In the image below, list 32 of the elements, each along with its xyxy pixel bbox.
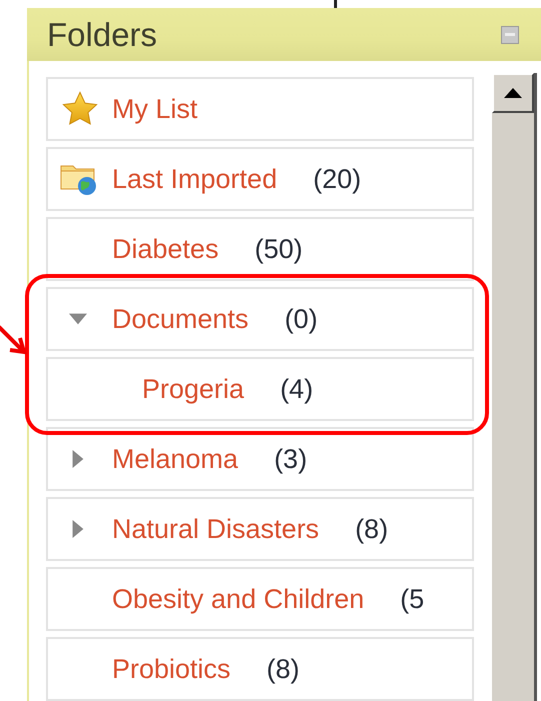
folder-name: Diabetes — [112, 234, 219, 264]
folder-name: Probiotics — [112, 654, 231, 684]
item-count: (8) — [266, 654, 300, 684]
folder-item[interactable]: Obesity and Children (5 — [46, 567, 474, 631]
folder-item[interactable]: Probiotics (8) — [46, 637, 474, 701]
folder-name: Melanoma — [112, 444, 238, 474]
folder-item[interactable]: Last Imported (20) — [46, 147, 474, 211]
scrollbar[interactable] — [490, 73, 537, 701]
item-count: (4) — [280, 374, 314, 404]
item-count: (50) — [254, 234, 303, 264]
folder-item[interactable]: Progeria (4) — [46, 357, 474, 421]
item-count: (5 — [400, 584, 424, 614]
folder-item[interactable]: Documents (0) — [46, 287, 474, 351]
folder-name: Last Imported — [112, 164, 278, 194]
panel-title: Folders — [47, 16, 158, 54]
star-icon — [61, 90, 99, 128]
item-count: (0) — [284, 304, 318, 334]
item-count: (20) — [313, 164, 362, 194]
folder-item[interactable]: Natural Disasters (8) — [46, 497, 474, 561]
folder-item[interactable]: My List — [46, 77, 474, 141]
folder-item[interactable]: Melanoma (3) — [46, 427, 474, 491]
folder-name: Documents — [112, 304, 249, 334]
up-arrow-icon — [504, 88, 522, 98]
folder-name: My List — [112, 94, 198, 124]
item-count: (8) — [355, 514, 388, 544]
folder-name: Obesity and Children — [112, 584, 364, 614]
folder-name: Natural Disasters — [112, 514, 320, 544]
folder-name: Progeria — [142, 374, 244, 404]
scroll-up-button[interactable] — [492, 73, 534, 113]
folder-item[interactable]: Diabetes (50) — [46, 217, 474, 281]
item-count: (3) — [274, 444, 308, 474]
collapse-button[interactable] — [501, 26, 519, 44]
